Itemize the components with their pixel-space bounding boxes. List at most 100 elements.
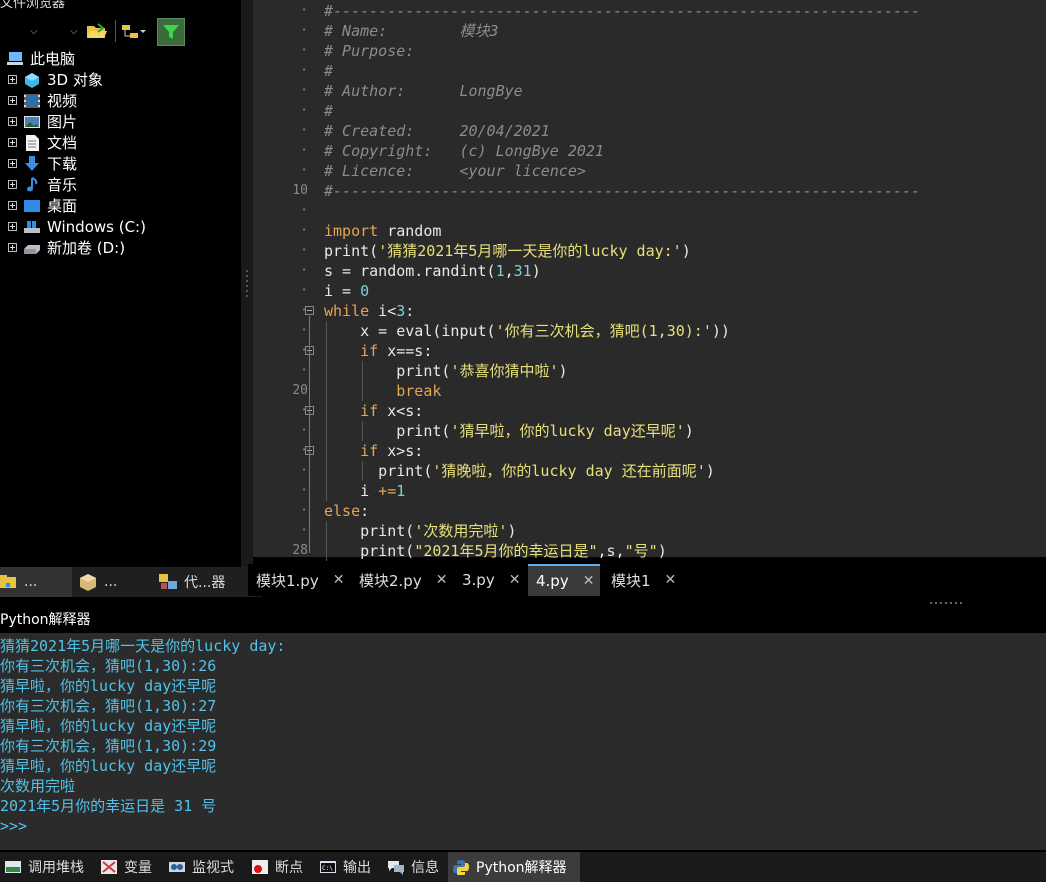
chevron-down-icon[interactable]: ⌵ (30, 26, 38, 37)
bottom-tab[interactable]: 断点 (247, 852, 311, 882)
tree-item-windows-c[interactable]: Windows (C:) (8, 216, 146, 237)
bottom-tab[interactable]: C:\ 输出 (315, 852, 379, 882)
tree-item-3d-objects[interactable]: 3D 对象 (8, 69, 103, 90)
indent-guide (326, 321, 327, 501)
tree-item-label: 视频 (47, 92, 78, 110)
code-token: # Licence: <your licence> (324, 162, 586, 180)
console-line: 猜早啦，你的lucky day还早呢 (0, 757, 217, 775)
code-token: print( (324, 422, 451, 440)
code-token: 0 (360, 282, 370, 300)
close-icon[interactable]: ✕ (583, 573, 595, 589)
interpreter-header: Python解释器 (0, 602, 1046, 630)
expand-icon[interactable] (8, 201, 17, 210)
code-token: x>s: (378, 442, 424, 460)
console-line: 你有三次机会，猜吧(1,30):27 (0, 697, 217, 715)
line-number: · (300, 43, 308, 58)
code-token: : (360, 502, 370, 520)
code-token: # (324, 62, 334, 80)
explorer-tab-code-explorer[interactable]: 代...器 (158, 567, 238, 597)
editor-tab[interactable]: 模块1.py ✕ (248, 564, 348, 596)
code-token: ) (507, 522, 517, 540)
code-token: print( (324, 362, 451, 380)
bottom-tab[interactable]: 调用堆栈 (0, 852, 92, 882)
code-line: #---------------------------------------… (324, 181, 920, 201)
expand-icon[interactable] (8, 75, 17, 84)
tree-item-documents[interactable]: 文档 (8, 132, 77, 153)
console-line: 猜早啦，你的lucky day还早呢 (0, 717, 217, 735)
console-line: 次数用完啦 (0, 777, 76, 795)
close-icon[interactable]: ✕ (665, 572, 677, 588)
expand-icon[interactable] (8, 180, 17, 189)
line-number: · (300, 503, 308, 518)
fold-toggle-icon[interactable] (305, 306, 314, 315)
line-number: · (300, 423, 308, 438)
tree-item-desktop[interactable]: 桌面 (8, 195, 77, 216)
vertical-splitter[interactable] (241, 0, 253, 567)
tree-item-pictures[interactable]: 图片 (8, 111, 77, 132)
editor-tab[interactable]: 3.py ✕ (454, 564, 526, 596)
pictures-folder-icon (23, 114, 41, 130)
resize-grip-icon[interactable] (930, 600, 966, 606)
explorer-tab-files[interactable]: ... (0, 567, 72, 597)
code-token: break (396, 382, 442, 400)
code-area[interactable]: #---------------------------------------… (324, 0, 1046, 561)
line-number: · (300, 483, 308, 498)
folder-tree-button[interactable] (120, 18, 146, 44)
code-token: if (360, 402, 379, 420)
bottom-tab[interactable]: 监视式 (164, 852, 244, 882)
folder-tree-icon (122, 25, 146, 38)
line-number: · (300, 83, 308, 98)
expand-icon[interactable] (8, 243, 17, 252)
interpreter-console[interactable]: 猜猜2021年5月哪一天是你的lucky day: 你有三次机会，猜吧(1,30)… (0, 633, 1046, 850)
tree-item-music[interactable]: 音乐 (8, 174, 77, 195)
open-folder-icon (87, 23, 107, 38)
fold-line (309, 356, 310, 393)
expand-icon[interactable] (8, 138, 17, 147)
expand-icon[interactable] (8, 96, 17, 105)
tree-item-new-volume-d[interactable]: 新加卷 (D:) (8, 237, 125, 258)
documents-folder-icon (23, 134, 41, 151)
explorer-tab-packages[interactable]: ... (78, 567, 150, 597)
bottom-tab[interactable]: Python解释器 (448, 852, 580, 882)
line-number: · (300, 243, 308, 258)
package-tab-icon (80, 574, 96, 591)
line-number: 28 (292, 543, 308, 558)
explorer-title: 文件浏览器 (0, 0, 66, 11)
bottom-tab[interactable]: 变量 (96, 852, 160, 882)
expand-icon[interactable] (8, 159, 17, 168)
code-token: '你有三次机会，猜吧(1,30):' (495, 322, 712, 340)
code-token: , (504, 262, 514, 280)
video-folder-icon (23, 93, 41, 109)
filter-button[interactable] (157, 18, 185, 46)
close-icon[interactable]: ✕ (509, 572, 521, 588)
close-icon[interactable]: ✕ (333, 572, 345, 588)
breakpoint-icon (251, 859, 269, 875)
tree-item-this-pc[interactable]: 此电脑 (6, 48, 75, 69)
code-line: while i<3: (324, 301, 414, 321)
editor-tab[interactable]: 模块1 ✕ (603, 564, 683, 596)
line-number: · (300, 283, 308, 298)
expand-icon[interactable] (8, 117, 17, 126)
code-editor[interactable]: · · · · · · · · · 10 · · · · · · · · · 20 · · · · · · · 28 #-------… (253, 0, 1046, 561)
tree-item-videos[interactable]: 视频 (8, 90, 77, 111)
close-icon[interactable]: ✕ (436, 572, 448, 588)
chevron-down-icon[interactable]: ⌵ (70, 26, 78, 37)
indent-guide (362, 361, 363, 401)
tree-item-downloads[interactable]: 下载 (8, 153, 77, 174)
code-token: "2021年5月你的幸运日是" (414, 542, 598, 560)
code-token: s = random.randint( (324, 262, 496, 280)
code-token: while (324, 302, 370, 320)
desktop-folder-icon (23, 198, 41, 214)
code-line: # Purpose: (324, 41, 414, 61)
code-token: if (360, 342, 379, 360)
editor-tab[interactable]: 模块2.py ✕ (351, 564, 451, 596)
expand-icon[interactable] (8, 222, 17, 231)
fold-line (309, 456, 310, 473)
code-token: i< (369, 302, 397, 320)
open-folder-button[interactable] (84, 18, 110, 44)
folder-tab-icon (0, 575, 16, 588)
explorer-tabs: ... ... 代...器 (0, 567, 262, 597)
bottom-tab[interactable]: 信息 (383, 852, 445, 882)
editor-tab[interactable]: 4.py ✕ (528, 564, 600, 596)
code-line: i = 0 (324, 281, 369, 301)
